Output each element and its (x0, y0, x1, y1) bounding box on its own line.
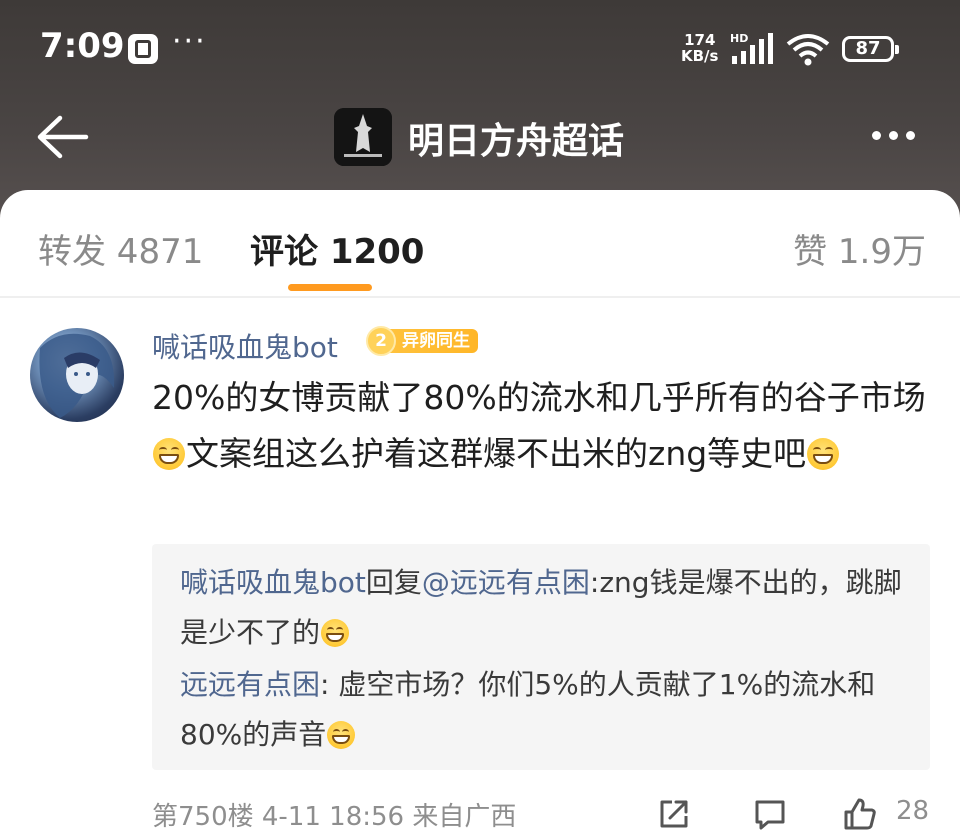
status-time: 7:09 (40, 26, 125, 66)
comment-meta: 第750楼 4-11 18:56 来自广西 (152, 802, 517, 832)
grin-emoji-icon (327, 721, 356, 749)
status-bar: 7:09 ··· 174 KB/s HD 87 (0, 0, 960, 100)
reply-mention[interactable]: @远远有点困 (422, 566, 590, 599)
active-tab-indicator (288, 284, 372, 291)
avatar-image (39, 333, 115, 418)
wifi-icon (786, 34, 830, 66)
grin-emoji-icon (807, 438, 840, 470)
arknights-logo-icon (334, 108, 392, 166)
notification-app-icon (128, 34, 158, 64)
share-icon[interactable] (656, 796, 692, 832)
cell-signal-icon: HD (730, 32, 773, 64)
tab-likes[interactable]: 赞 1.9万 (793, 224, 926, 273)
tab-forwards[interactable]: 转发 4871 (38, 224, 203, 273)
more-dots-icon[interactable] (868, 120, 928, 152)
comments-card: 转发 4871 评论 1200 赞 1.9万 喊话吸血鬼bot 2 异卵同生 2… (0, 190, 960, 838)
tab-comments[interactable]: 评论 1200 (250, 224, 424, 273)
reply-author[interactable]: 远远有点困 (180, 668, 320, 701)
back-arrow-icon[interactable] (34, 112, 90, 162)
avatar[interactable] (30, 328, 124, 422)
badge-level: 2 (366, 326, 396, 356)
supertopic-logo[interactable] (334, 108, 392, 166)
battery-indicator: 87 (842, 36, 899, 62)
reply-item[interactable]: 喊话吸血鬼bot回复@远远有点困:zng钱是爆不出的，跳脚是少不了的 (180, 558, 902, 658)
divider (0, 296, 960, 298)
reply-thread[interactable]: 喊话吸血鬼bot回复@远远有点困:zng钱是爆不出的，跳脚是少不了的 远远有点困… (152, 544, 930, 770)
fan-badge[interactable]: 2 异卵同生 (366, 326, 478, 356)
badge-text: 异卵同生 (390, 329, 478, 353)
grin-emoji-icon (153, 438, 185, 470)
reply-author[interactable]: 喊话吸血鬼bot (180, 566, 366, 599)
network-speed: 174 KB/s (681, 31, 719, 65)
page-title: 明日方舟超话 (408, 121, 625, 162)
more-notifications-icon: ··· (172, 24, 207, 59)
comment-icon[interactable] (752, 796, 788, 832)
like-count: 28 (896, 796, 930, 826)
reply-item[interactable]: 远远有点困: 虚空市场？你们5%的人贡献了1%的流水和80%的声音 (180, 660, 902, 760)
comment-username[interactable]: 喊话吸血鬼bot (152, 326, 338, 366)
svg-text:HD: HD (730, 32, 748, 45)
thumbs-up-icon[interactable] (842, 796, 878, 832)
comment-body: 20%的女博贡献了80%的流水和几乎所有的谷子市场 文案组这么护着这群爆不出米的z… (152, 378, 926, 473)
grin-emoji-icon (321, 619, 350, 647)
